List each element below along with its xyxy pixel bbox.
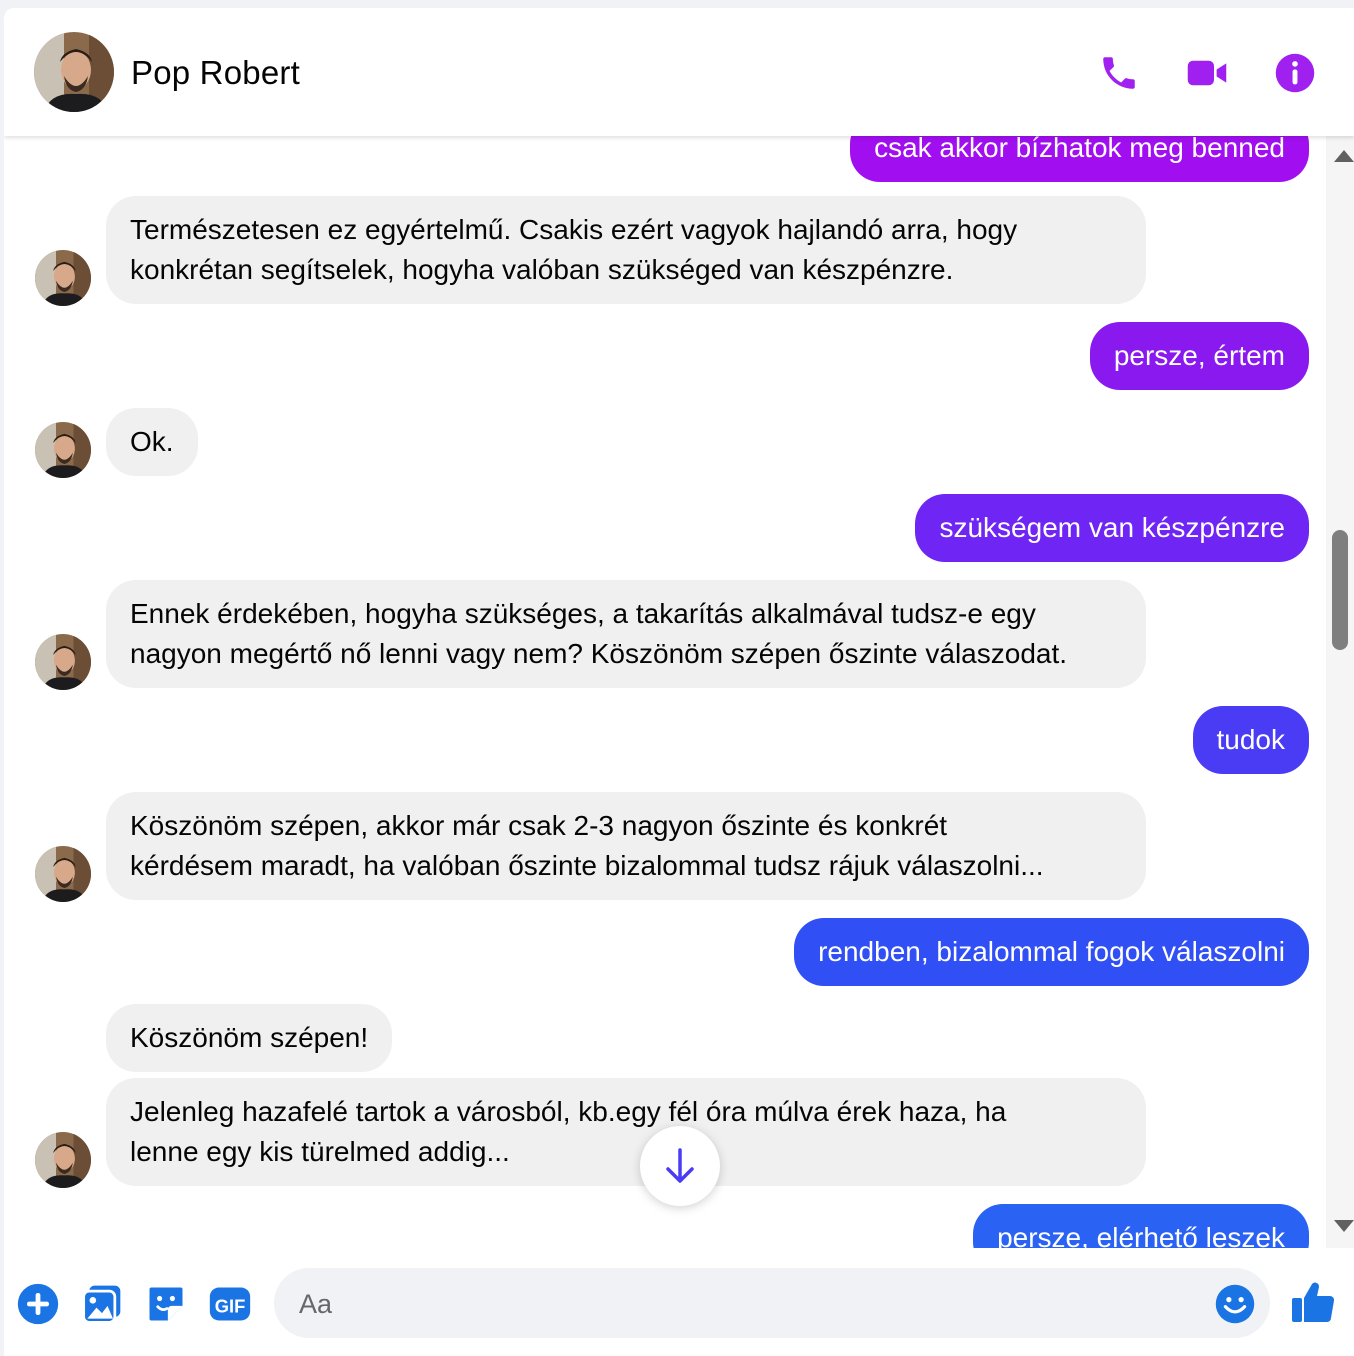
message-line: Köszönöm szépen, akkor már csak 2-3 nagy… — [130, 810, 948, 841]
sender-avatar[interactable] — [35, 1132, 91, 1188]
video-camera-icon[interactable] — [1186, 52, 1228, 94]
message-line: Természetesen ez egyértelmű. Csakis ezér… — [130, 214, 1018, 245]
message-line: Ennek érdekében, hogyha szükséges, a tak… — [130, 598, 1036, 629]
chat-window: Pop Robert csak akkor bízhatok meg benne… — [4, 8, 1354, 1356]
message-line: Köszönöm szépen! — [130, 1022, 369, 1053]
outgoing-message[interactable]: rendben, bizalommal fogok válaszolni — [794, 918, 1309, 986]
thumbs-up-icon[interactable] — [1290, 1278, 1338, 1326]
phone-icon[interactable] — [1098, 52, 1140, 94]
arrow-down-icon — [666, 1148, 694, 1183]
sender-avatar[interactable] — [35, 422, 91, 478]
message-input[interactable]: Aa — [274, 1268, 1270, 1338]
sender-avatar[interactable] — [35, 634, 91, 690]
message-line: konkrétan segítselek, hogyha valóban szü… — [130, 254, 954, 285]
message-line: Jelenleg hazafelé tartok a városból, kb.… — [130, 1096, 1007, 1127]
sticker-icon[interactable] — [144, 1282, 188, 1326]
gif-icon[interactable]: GIF — [208, 1282, 252, 1326]
image-icon[interactable] — [80, 1282, 124, 1326]
sender-avatar[interactable] — [35, 250, 91, 306]
incoming-message[interactable]: Ennek érdekében, hogyha szükséges, a tak… — [106, 580, 1146, 688]
incoming-message[interactable]: Köszönöm szépen! — [106, 1004, 393, 1072]
scroll-up-arrow-icon[interactable] — [1334, 150, 1354, 162]
outgoing-message[interactable]: persze, értem — [1089, 322, 1309, 390]
incoming-message[interactable]: Természetesen ez egyértelmű. Csakis ezér… — [106, 196, 1146, 304]
contact-name[interactable]: Pop Robert — [131, 54, 300, 92]
plus-icon[interactable] — [16, 1282, 60, 1326]
scrollbar[interactable] — [1326, 136, 1354, 1248]
emoji-icon[interactable] — [1214, 1283, 1256, 1325]
message-line: Ok. — [130, 426, 174, 457]
gif-label: GIF — [215, 1295, 246, 1316]
incoming-message[interactable]: Ok. — [106, 408, 198, 476]
outgoing-message[interactable]: szükségem van készpénzre — [915, 494, 1309, 562]
sender-avatar[interactable] — [35, 846, 91, 902]
message-line: nagyon megértő nő lenni vagy nem? Köszön… — [130, 638, 1068, 669]
incoming-message[interactable]: Jelenleg hazafelé tartok a városból, kb.… — [106, 1078, 1146, 1186]
scrollbar-thumb[interactable] — [1332, 530, 1348, 650]
outgoing-message[interactable]: tudok — [1192, 706, 1309, 774]
info-icon[interactable] — [1274, 52, 1316, 94]
message-line: kérdésem maradt, ha valóban őszinte biza… — [130, 850, 1044, 881]
composer-bar: GIF Aa — [4, 1248, 1354, 1356]
scroll-down-arrow-icon[interactable] — [1334, 1220, 1354, 1232]
message-line: lenne egy kis türelmed addig... — [130, 1136, 510, 1167]
conversation-header: Pop Robert — [4, 8, 1354, 136]
outgoing-message[interactable]: persze, elérhető leszek — [973, 1204, 1309, 1248]
message-input-placeholder: Aa — [299, 1289, 333, 1319]
message-list[interactable]: csak akkor bízhatok meg benned Természet… — [4, 136, 1326, 1248]
contact-avatar[interactable] — [34, 32, 114, 112]
incoming-message[interactable]: Köszönöm szépen, akkor már csak 2-3 nagy… — [106, 792, 1146, 900]
outgoing-message[interactable]: csak akkor bízhatok meg benned — [850, 136, 1309, 182]
scroll-to-bottom-button[interactable] — [640, 1126, 720, 1206]
